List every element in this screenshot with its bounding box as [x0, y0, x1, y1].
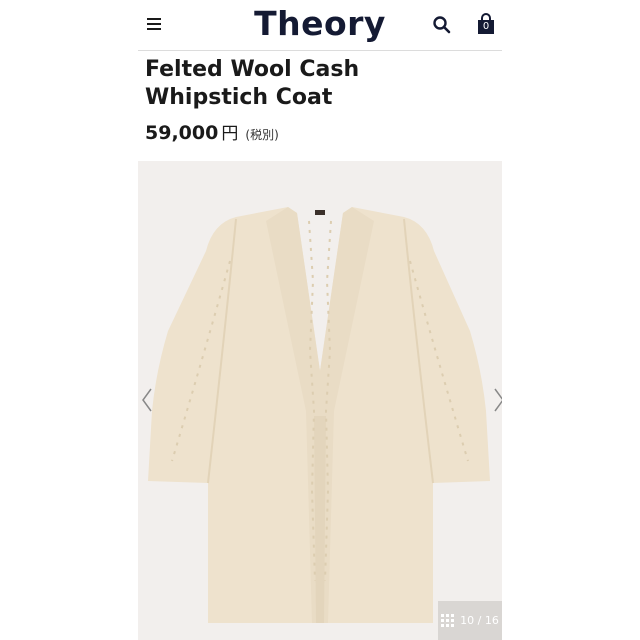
product-title-line1: Felted Wool Cash [145, 57, 360, 82]
chevron-left-icon[interactable] [140, 387, 154, 413]
product-title-line2: Whipstich Coat [145, 85, 333, 110]
shopping-bag-button[interactable]: 0 [476, 13, 496, 35]
price: 59,000 [145, 122, 219, 144]
price-row: 59,000 円 (税別) [145, 119, 279, 144]
tax-note: (税別) [245, 128, 279, 142]
image-counter[interactable]: 10 / 16 [438, 601, 502, 640]
grid-icon [441, 614, 455, 627]
image-counter-text: 10 / 16 [460, 614, 499, 627]
chevron-right-icon[interactable] [492, 387, 502, 413]
product-image [148, 207, 490, 623]
search-icon[interactable] [432, 15, 452, 35]
site-header: Theory 0 [138, 0, 502, 51]
currency: 円 [221, 124, 239, 144]
bag-count: 0 [482, 21, 490, 32]
product-title: Felted Wool Cash Whipstich Coat [145, 56, 495, 112]
product-image-gallery[interactable]: 10 / 16 [138, 161, 502, 640]
